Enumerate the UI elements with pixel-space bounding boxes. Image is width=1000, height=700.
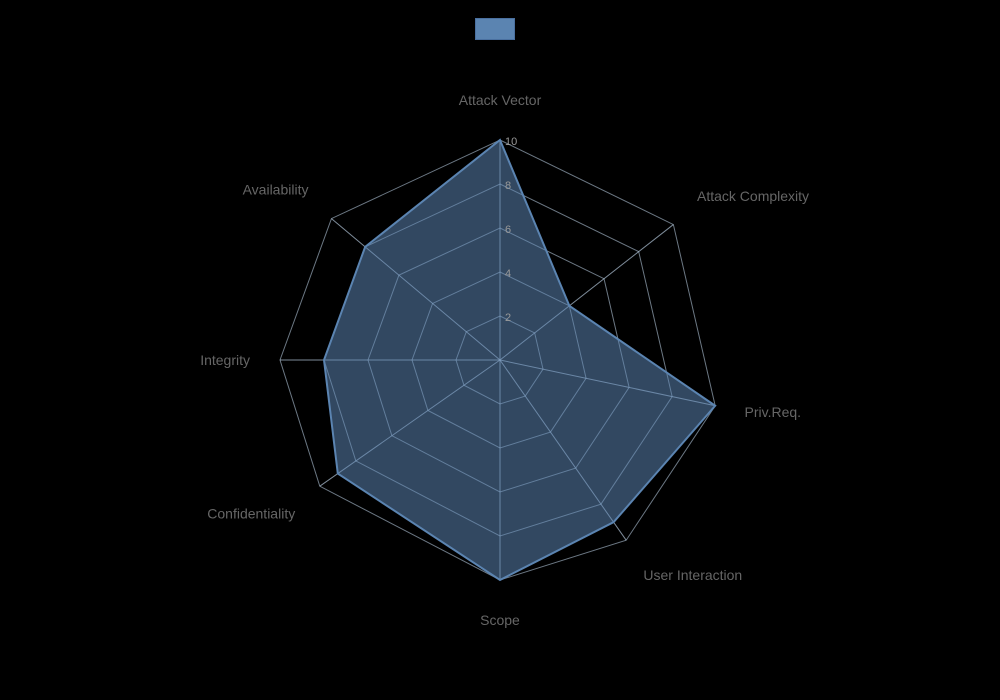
svg-text:Confidentiality: Confidentiality <box>207 505 295 521</box>
radar-chart-svg: 2 4 6 8 10 Attack Vector Attack Complexity Priv… <box>0 0 1000 700</box>
svg-text:4: 4 <box>505 268 511 280</box>
svg-text:Attack Complexity: Attack Complexity <box>697 188 809 204</box>
svg-text:Attack Vector: Attack Vector <box>459 92 542 108</box>
svg-text:6: 6 <box>505 224 511 236</box>
svg-text:Scope: Scope <box>480 612 520 628</box>
svg-text:8: 8 <box>505 180 511 192</box>
svg-text:10: 10 <box>505 136 517 148</box>
chart-container: 2 4 6 8 10 Attack Vector Attack Complexity Priv… <box>0 0 1000 700</box>
svg-text:Integrity: Integrity <box>200 352 250 368</box>
svg-text:Availability: Availability <box>243 181 309 197</box>
svg-text:User Interaction: User Interaction <box>643 567 742 583</box>
svg-text:Priv.Req.: Priv.Req. <box>745 404 802 420</box>
svg-text:2: 2 <box>505 312 511 324</box>
